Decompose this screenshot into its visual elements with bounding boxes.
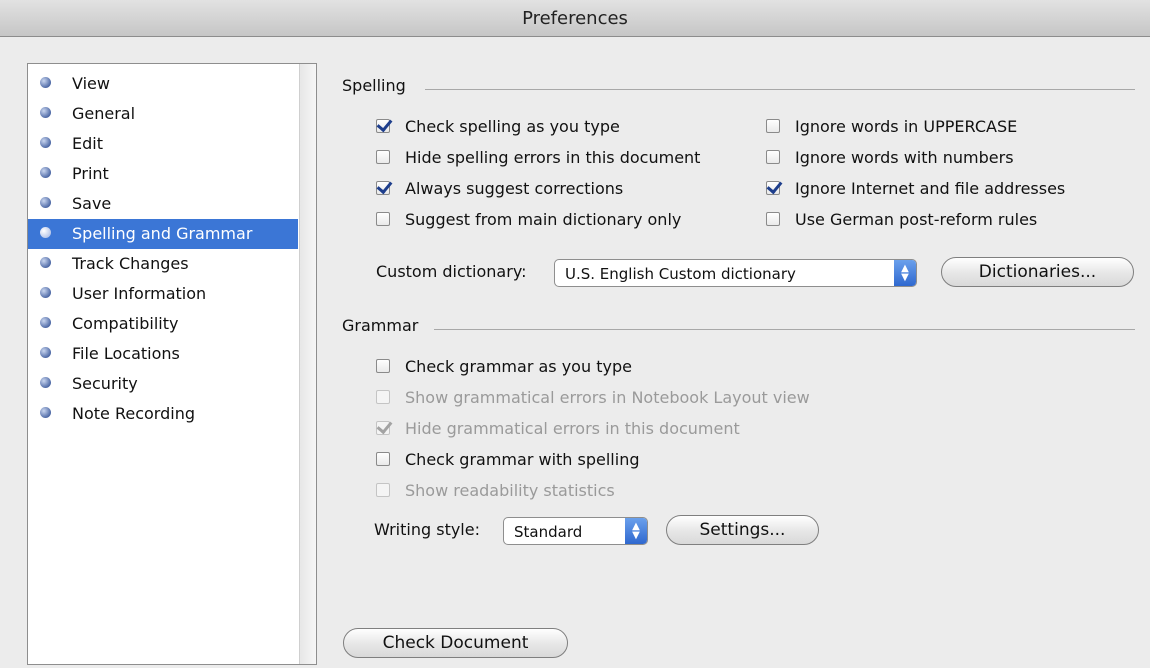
sidebar-item-print[interactable]: Print [28,159,298,189]
option-label: Check grammar with spelling [405,450,640,469]
sidebar-item-label: Edit [72,134,103,153]
checkbox[interactable] [376,149,390,164]
bullet-icon [40,77,51,88]
german-post-reform-option[interactable]: Use German post-reform rules [766,209,1037,231]
custom-dictionary-value: U.S. English Custom dictionary [565,265,796,283]
bullet-icon [40,377,51,388]
sidebar-item-label: Security [72,374,138,393]
category-list[interactable]: View General Edit Print Save Spelling an… [27,63,317,665]
bullet-icon [40,407,51,418]
ignore-numbers-option[interactable]: Ignore words with numbers [766,147,1014,169]
bullet-icon [40,287,51,298]
select-arrows-icon: ▲ ▼ [625,518,647,544]
sidebar-item-label: Print [72,164,109,183]
grammar-section-label: Grammar [342,316,419,335]
sidebar-item-label: Note Recording [72,404,195,423]
option-label: Always suggest corrections [405,179,624,198]
checkbox[interactable] [766,149,780,164]
select-arrows-icon: ▲ ▼ [894,260,916,286]
sidebar-item-label: Spelling and Grammar [72,224,253,243]
ignore-internet-addresses-option[interactable]: Ignore Internet and file addresses [766,178,1065,200]
writing-style-value: Standard [514,523,583,541]
option-label: Use German post-reform rules [795,210,1038,229]
option-label: Suggest from main dictionary only [405,210,682,229]
writing-style-select[interactable]: Standard ▲ ▼ [503,517,648,545]
custom-dictionary-select[interactable]: U.S. English Custom dictionary ▲ ▼ [554,259,917,287]
custom-dictionary-label: Custom dictionary: [376,262,527,281]
checkbox[interactable] [766,180,780,195]
option-label: Hide grammatical errors in this document [405,419,740,438]
title-bar: Preferences [0,0,1150,37]
sidebar-item-security[interactable]: Security [28,369,298,399]
checkbox [376,389,390,404]
checkbox [376,420,390,435]
sidebar-item-label: Track Changes [72,254,189,273]
sidebar-item-label: Compatibility [72,314,179,333]
sidebar-item-file-locations[interactable]: File Locations [28,339,298,369]
checkbox [376,482,390,497]
sidebar-item-edit[interactable]: Edit [28,129,298,159]
checkbox[interactable] [766,118,780,133]
sidebar-item-user-information[interactable]: User Information [28,279,298,309]
settings-button[interactable]: Settings... [666,515,819,545]
bullet-icon [40,317,51,328]
option-label: Check spelling as you type [405,117,620,136]
checkbox[interactable] [376,118,390,133]
option-label: Ignore words in UPPERCASE [795,117,1018,136]
always-suggest-corrections-option[interactable]: Always suggest corrections [376,178,623,200]
scrollbar[interactable] [299,64,316,664]
suggest-from-main-dictionary-option[interactable]: Suggest from main dictionary only [376,209,681,231]
check-grammar-with-spelling-option[interactable]: Check grammar with spelling [376,449,639,471]
bullet-icon [40,137,51,148]
sidebar-item-compatibility[interactable]: Compatibility [28,309,298,339]
sidebar-item-label: File Locations [72,344,180,363]
show-grammatical-errors-notebook-option: Show grammatical errors in Notebook Layo… [376,387,810,409]
sidebar-item-note-recording[interactable]: Note Recording [28,399,298,429]
check-document-button[interactable]: Check Document [343,628,568,658]
sidebar-item-label: View [72,74,110,93]
checkbox[interactable] [376,358,390,373]
grammar-divider [434,329,1135,330]
sidebar-item-save[interactable]: Save [28,189,298,219]
sidebar-item-track-changes[interactable]: Track Changes [28,249,298,279]
show-readability-statistics-option: Show readability statistics [376,480,615,502]
bullet-icon [40,167,51,178]
checkbox[interactable] [766,211,780,226]
spelling-divider [425,89,1135,90]
option-label: Ignore Internet and file addresses [795,179,1066,198]
option-label: Check grammar as you type [405,357,632,376]
ignore-uppercase-option[interactable]: Ignore words in UPPERCASE [766,116,1017,138]
option-label: Show readability statistics [405,481,615,500]
sidebar-item-spelling-and-grammar[interactable]: Spelling and Grammar [28,219,298,249]
option-label: Show grammatical errors in Notebook Layo… [405,388,810,407]
option-label: Hide spelling errors in this document [405,148,701,167]
sidebar-item-label: General [72,104,136,123]
check-spelling-as-you-type-option[interactable]: Check spelling as you type [376,116,620,138]
checkbox[interactable] [376,211,390,226]
checkbox[interactable] [376,451,390,466]
dictionaries-button[interactable]: Dictionaries... [941,257,1134,287]
writing-style-label: Writing style: [374,520,480,539]
category-items: View General Edit Print Save Spelling an… [28,69,298,429]
bullet-icon [40,107,51,118]
sidebar-item-label: User Information [72,284,207,303]
spelling-section-label: Spelling [342,76,406,95]
bullet-icon [40,257,51,268]
window-title: Preferences [522,8,628,29]
bullet-icon [40,197,51,208]
checkbox[interactable] [376,180,390,195]
bullet-icon [40,347,51,358]
hide-spelling-errors-option[interactable]: Hide spelling errors in this document [376,147,700,169]
bullet-icon [40,227,51,238]
hide-grammatical-errors-option: Hide grammatical errors in this document [376,418,740,440]
sidebar-item-view[interactable]: View [28,69,298,99]
sidebar-item-label: Save [72,194,112,213]
option-label: Ignore words with numbers [795,148,1014,167]
sidebar-item-general[interactable]: General [28,99,298,129]
check-grammar-as-you-type-option[interactable]: Check grammar as you type [376,356,632,378]
